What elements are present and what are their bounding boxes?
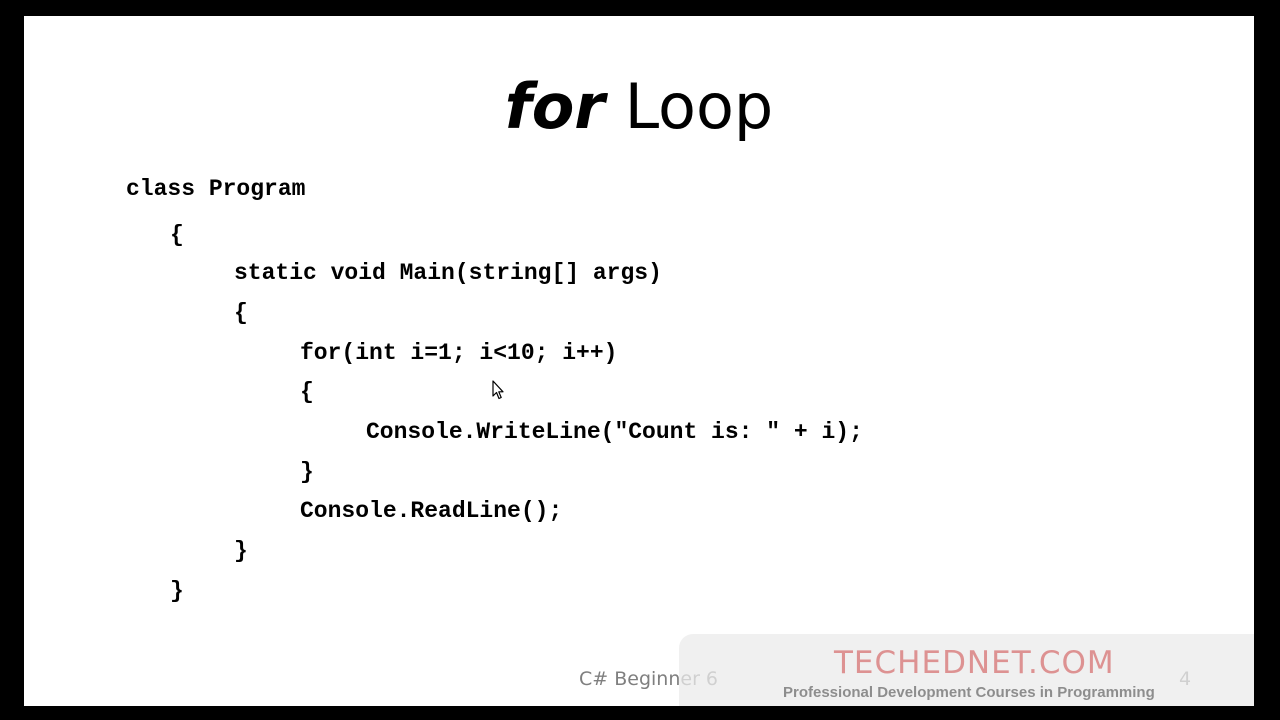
slide: for Loop class Program { static void Mai… xyxy=(24,16,1254,706)
code-line-open-brace-class: { xyxy=(170,222,184,248)
slide-title: for Loop xyxy=(24,76,1254,138)
code-line-main: static void Main(string[] args) xyxy=(234,260,662,286)
code-line-open-brace-for: { xyxy=(300,379,314,405)
watermark-brand: TECHEDNET.COM xyxy=(834,645,1115,681)
code-line-close-brace-class: } xyxy=(170,578,184,604)
code-line-readline: Console.ReadLine(); xyxy=(300,498,563,524)
title-rest: Loop xyxy=(604,70,774,143)
code-line-open-brace-main: { xyxy=(234,300,248,326)
code-line-class: class Program xyxy=(126,176,306,202)
watermark-banner: TECHEDNET.COM Professional Development C… xyxy=(679,634,1254,706)
watermark-tagline: Professional Development Courses in Prog… xyxy=(783,684,1155,701)
code-line-for: for(int i=1; i<10; i++) xyxy=(300,340,618,366)
arrow-cursor-icon xyxy=(492,380,504,400)
code-line-close-brace-main: } xyxy=(234,538,248,564)
code-line-close-brace-for: } xyxy=(300,459,314,485)
code-line-writeline: Console.WriteLine("Count is: " + i); xyxy=(366,419,863,445)
title-keyword: for xyxy=(504,70,605,143)
